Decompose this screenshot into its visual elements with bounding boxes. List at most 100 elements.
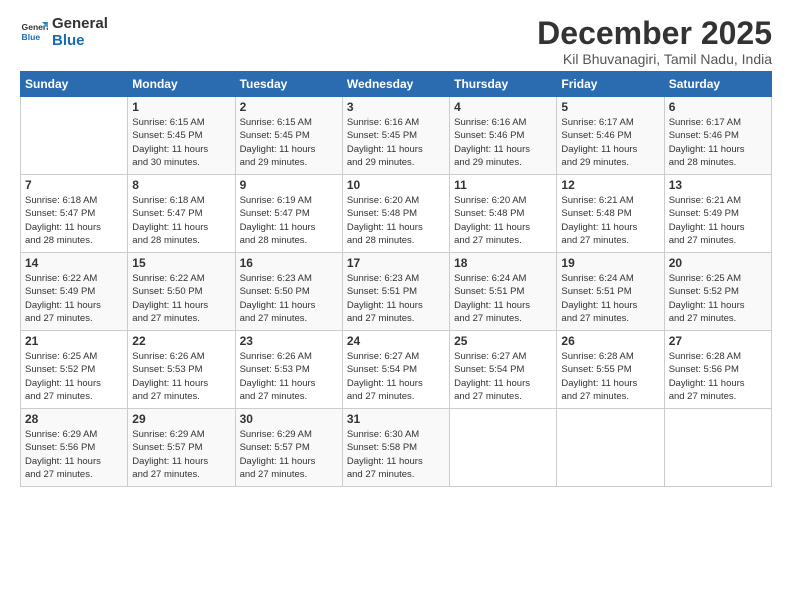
month-title: December 2025 <box>537 16 772 51</box>
calendar-cell: 21Sunrise: 6:25 AMSunset: 5:52 PMDayligh… <box>21 331 128 409</box>
day-info: Sunrise: 6:29 AMSunset: 5:57 PMDaylight:… <box>240 428 338 481</box>
calendar-cell: 8 Sunrise: 6:18 AMSunset: 5:47 PMDaylight… <box>128 175 235 253</box>
day-info: Sunrise: 6:16 AMSunset: 5:45 PMDaylight:… <box>347 116 445 169</box>
day-info: Sunrise: 6:22 AMSunset: 5:49 PMDaylight:… <box>25 272 123 325</box>
day-number: 6 <box>669 100 767 114</box>
calendar-week-1: 1Sunrise: 6:15 AMSunset: 5:45 PMDaylight… <box>21 97 772 175</box>
header-thursday: Thursday <box>450 72 557 97</box>
calendar-cell: 22Sunrise: 6:26 AMSunset: 5:53 PMDayligh… <box>128 331 235 409</box>
page-container: General Blue General Blue December 2025 … <box>0 0 792 497</box>
day-info: Sunrise: 6:29 AMSunset: 5:57 PMDaylight:… <box>132 428 230 481</box>
day-info: Sunrise: 6:15 AMSunset: 5:45 PMDaylight:… <box>240 116 338 169</box>
day-info: Sunrise: 6:29 AMSunset: 5:56 PMDaylight:… <box>25 428 123 481</box>
day-number: 11 <box>454 178 552 192</box>
header-wednesday: Wednesday <box>342 72 449 97</box>
calendar-cell <box>450 409 557 487</box>
day-info: Sunrise: 6:21 AMSunset: 5:49 PMDaylight:… <box>669 194 767 247</box>
logo-line2: Blue <box>52 33 108 50</box>
day-info: Sunrise: 6:23 AMSunset: 5:51 PMDaylight:… <box>347 272 445 325</box>
day-number: 10 <box>347 178 445 192</box>
calendar-cell: 9 Sunrise: 6:19 AMSunset: 5:47 PMDaylight… <box>235 175 342 253</box>
day-number: 17 <box>347 256 445 270</box>
header-sunday: Sunday <box>21 72 128 97</box>
day-info: Sunrise: 6:27 AMSunset: 5:54 PMDaylight:… <box>454 350 552 403</box>
calendar-cell: 15Sunrise: 6:22 AMSunset: 5:50 PMDayligh… <box>128 253 235 331</box>
day-number: 19 <box>561 256 659 270</box>
day-number: 23 <box>240 334 338 348</box>
calendar-cell: 28Sunrise: 6:29 AMSunset: 5:56 PMDayligh… <box>21 409 128 487</box>
logo-icon: General Blue <box>20 19 48 47</box>
calendar-cell: 7 Sunrise: 6:18 AMSunset: 5:47 PMDaylight… <box>21 175 128 253</box>
day-info: Sunrise: 6:26 AMSunset: 5:53 PMDaylight:… <box>132 350 230 403</box>
day-info: Sunrise: 6:15 AMSunset: 5:45 PMDaylight:… <box>132 116 230 169</box>
calendar-cell: 30 Sunrise: 6:29 AMSunset: 5:57 PMDayligh… <box>235 409 342 487</box>
header-friday: Friday <box>557 72 664 97</box>
day-info: Sunrise: 6:16 AMSunset: 5:46 PMDaylight:… <box>454 116 552 169</box>
day-number: 31 <box>347 412 445 426</box>
calendar-cell: 12 Sunrise: 6:21 AMSunset: 5:48 PMDayligh… <box>557 175 664 253</box>
logo-line1: General <box>52 16 108 33</box>
day-number: 27 <box>669 334 767 348</box>
day-info: Sunrise: 6:28 AMSunset: 5:56 PMDaylight:… <box>669 350 767 403</box>
calendar-cell: 31 Sunrise: 6:30 AMSunset: 5:58 PMDayligh… <box>342 409 449 487</box>
day-info: Sunrise: 6:21 AMSunset: 5:48 PMDaylight:… <box>561 194 659 247</box>
day-number: 14 <box>25 256 123 270</box>
day-number: 4 <box>454 100 552 114</box>
calendar-cell: 25Sunrise: 6:27 AMSunset: 5:54 PMDayligh… <box>450 331 557 409</box>
day-number: 3 <box>347 100 445 114</box>
calendar-cell: 10 Sunrise: 6:20 AMSunset: 5:48 PMDayligh… <box>342 175 449 253</box>
day-number: 2 <box>240 100 338 114</box>
day-info: Sunrise: 6:30 AMSunset: 5:58 PMDaylight:… <box>347 428 445 481</box>
day-info: Sunrise: 6:25 AMSunset: 5:52 PMDaylight:… <box>669 272 767 325</box>
calendar-week-4: 21Sunrise: 6:25 AMSunset: 5:52 PMDayligh… <box>21 331 772 409</box>
day-info: Sunrise: 6:17 AMSunset: 5:46 PMDaylight:… <box>669 116 767 169</box>
day-number: 9 <box>240 178 338 192</box>
day-number: 30 <box>240 412 338 426</box>
day-number: 29 <box>132 412 230 426</box>
calendar-week-2: 7 Sunrise: 6:18 AMSunset: 5:47 PMDaylight… <box>21 175 772 253</box>
day-number: 7 <box>25 178 123 192</box>
day-info: Sunrise: 6:25 AMSunset: 5:52 PMDaylight:… <box>25 350 123 403</box>
day-info: Sunrise: 6:20 AMSunset: 5:48 PMDaylight:… <box>454 194 552 247</box>
header-tuesday: Tuesday <box>235 72 342 97</box>
day-number: 12 <box>561 178 659 192</box>
calendar-cell <box>664 409 771 487</box>
day-info: Sunrise: 6:17 AMSunset: 5:46 PMDaylight:… <box>561 116 659 169</box>
header-row: General Blue General Blue December 2025 … <box>20 16 772 67</box>
day-info: Sunrise: 6:19 AMSunset: 5:47 PMDaylight:… <box>240 194 338 247</box>
day-number: 18 <box>454 256 552 270</box>
calendar-cell <box>21 97 128 175</box>
day-info: Sunrise: 6:18 AMSunset: 5:47 PMDaylight:… <box>25 194 123 247</box>
calendar-cell <box>557 409 664 487</box>
calendar-cell: 4 Sunrise: 6:16 AMSunset: 5:46 PMDaylight… <box>450 97 557 175</box>
logo: General Blue General Blue <box>20 16 108 49</box>
calendar-cell: 23 Sunrise: 6:26 AMSunset: 5:53 PMDayligh… <box>235 331 342 409</box>
calendar-cell: 18 Sunrise: 6:24 AMSunset: 5:51 PMDayligh… <box>450 253 557 331</box>
calendar-cell: 1Sunrise: 6:15 AMSunset: 5:45 PMDaylight… <box>128 97 235 175</box>
day-info: Sunrise: 6:23 AMSunset: 5:50 PMDaylight:… <box>240 272 338 325</box>
day-info: Sunrise: 6:28 AMSunset: 5:55 PMDaylight:… <box>561 350 659 403</box>
calendar-cell: 16Sunrise: 6:23 AMSunset: 5:50 PMDayligh… <box>235 253 342 331</box>
calendar-cell: 11 Sunrise: 6:20 AMSunset: 5:48 PMDayligh… <box>450 175 557 253</box>
day-info: Sunrise: 6:24 AMSunset: 5:51 PMDaylight:… <box>454 272 552 325</box>
svg-text:Blue: Blue <box>22 32 41 42</box>
calendar-header-row: Sunday Monday Tuesday Wednesday Thursday… <box>21 72 772 97</box>
day-info: Sunrise: 6:18 AMSunset: 5:47 PMDaylight:… <box>132 194 230 247</box>
calendar-cell: 17 Sunrise: 6:23 AMSunset: 5:51 PMDayligh… <box>342 253 449 331</box>
title-block: December 2025 Kil Bhuvanagiri, Tamil Nad… <box>537 16 772 67</box>
header-saturday: Saturday <box>664 72 771 97</box>
day-number: 26 <box>561 334 659 348</box>
calendar-cell: 13 Sunrise: 6:21 AMSunset: 5:49 PMDayligh… <box>664 175 771 253</box>
calendar-week-3: 14 Sunrise: 6:22 AMSunset: 5:49 PMDayligh… <box>21 253 772 331</box>
day-info: Sunrise: 6:26 AMSunset: 5:53 PMDaylight:… <box>240 350 338 403</box>
calendar-week-5: 28Sunrise: 6:29 AMSunset: 5:56 PMDayligh… <box>21 409 772 487</box>
day-number: 13 <box>669 178 767 192</box>
calendar-cell: 24Sunrise: 6:27 AMSunset: 5:54 PMDayligh… <box>342 331 449 409</box>
day-info: Sunrise: 6:27 AMSunset: 5:54 PMDaylight:… <box>347 350 445 403</box>
day-number: 20 <box>669 256 767 270</box>
calendar-cell: 5Sunrise: 6:17 AMSunset: 5:46 PMDaylight… <box>557 97 664 175</box>
day-info: Sunrise: 6:20 AMSunset: 5:48 PMDaylight:… <box>347 194 445 247</box>
header-monday: Monday <box>128 72 235 97</box>
calendar-cell: 14 Sunrise: 6:22 AMSunset: 5:49 PMDayligh… <box>21 253 128 331</box>
day-number: 8 <box>132 178 230 192</box>
